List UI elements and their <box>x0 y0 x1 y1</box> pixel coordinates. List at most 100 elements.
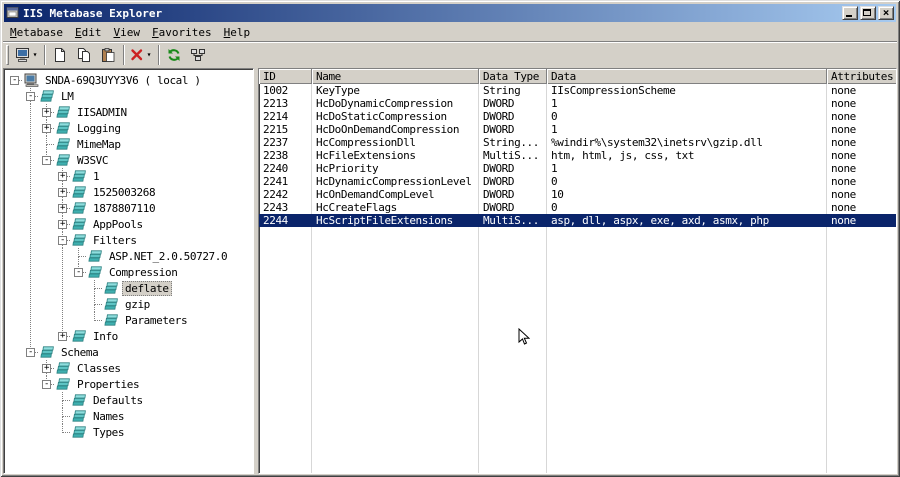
delete-button[interactable]: ▾ <box>127 44 155 66</box>
tree-expander[interactable]: - <box>39 376 55 392</box>
minimize-button[interactable] <box>842 6 858 20</box>
tree-guide <box>71 280 87 296</box>
network-button[interactable] <box>186 44 210 66</box>
table-row-2244[interactable]: 2244 HcScriptFileExtensions MultiS... asp, … <box>259 214 896 227</box>
tree-item-w3svc[interactable]: - W3SVC <box>7 152 253 168</box>
tree-item-filters[interactable]: - Filters <box>7 232 253 248</box>
cell-data-type: DWORD <box>483 123 515 136</box>
tree-expander[interactable]: - <box>23 344 39 360</box>
tree-expander[interactable]: + <box>55 168 71 184</box>
maximize-button[interactable] <box>860 6 876 20</box>
metabase-key-icon <box>56 361 72 375</box>
tree-guide <box>23 248 39 264</box>
toolbar-grip[interactable] <box>6 45 9 65</box>
tree-item-mimemap[interactable]: MimeMap <box>7 136 253 152</box>
menu-edit[interactable]: Edit <box>69 24 108 41</box>
tree-guide <box>23 424 39 440</box>
toolbar-separator <box>123 44 124 65</box>
copy-button[interactable] <box>72 44 96 66</box>
tree-guide <box>7 392 23 408</box>
tree-guide <box>23 296 39 312</box>
metabase-key-icon <box>56 121 72 135</box>
table-row-2243[interactable]: 2243 HcCreateFlags DWORD 0 none <box>259 201 896 214</box>
tree-expander[interactable]: + <box>55 216 71 232</box>
tree-expander[interactable]: + <box>39 104 55 120</box>
tree-item-iisadmin[interactable]: + IISADMIN <box>7 104 253 120</box>
tree-item-names[interactable]: Names <box>7 408 253 424</box>
menu-favorites[interactable]: Favorites <box>146 24 218 41</box>
tree-item-lm[interactable]: - LM <box>7 88 253 104</box>
tree-connector <box>87 280 103 296</box>
table-row-2237[interactable]: 2237 HcCompressionDll String... %windir%\sy… <box>259 136 896 149</box>
metabase-key-icon <box>72 233 88 247</box>
cell-data-type: String... <box>483 136 540 149</box>
tree-expander[interactable]: + <box>55 328 71 344</box>
tree-guide <box>39 312 55 328</box>
tree-expander[interactable]: + <box>39 360 55 376</box>
tree-item-logging[interactable]: + Logging <box>7 120 253 136</box>
table-row-2238[interactable]: 2238 HcFileExtensions MultiS... htm, html, … <box>259 149 896 162</box>
tree-guide <box>39 424 55 440</box>
menu-view[interactable]: View <box>107 24 146 41</box>
table-row-2241[interactable]: 2241 HcDynamicCompressionLevel DWORD 0 none <box>259 175 896 188</box>
tree-item-label: 1525003268 <box>93 185 156 199</box>
tree-item-info[interactable]: + Info <box>7 328 253 344</box>
table-row-2215[interactable]: 2215 HcDoOnDemandCompression DWORD 1 none <box>259 123 896 136</box>
tree-item-asp-net-2-0-50727-0[interactable]: ASP.NET_2.0.50727.0 <box>7 248 253 264</box>
tree-item-1525003268[interactable]: +1525003268 <box>7 184 253 200</box>
tree-item-compression[interactable]: - Compression <box>7 264 253 280</box>
cell-attributes: none <box>831 214 856 227</box>
tree-expander[interactable]: + <box>39 120 55 136</box>
tree-connector <box>39 136 55 152</box>
tree-item-1878807110[interactable]: +1878807110 <box>7 200 253 216</box>
cell-name: HcScriptFileExtensions <box>316 214 453 227</box>
tree-expander[interactable]: - <box>7 72 23 88</box>
menu-help[interactable]: Help <box>218 24 257 41</box>
tree-connector <box>55 408 71 424</box>
column-header-attributes[interactable]: Attributes <box>827 69 896 84</box>
new-key-button[interactable] <box>48 44 72 66</box>
table-row-2213[interactable]: 2213 HcDoDynamicCompression DWORD 1 none <box>259 97 896 110</box>
column-header-data[interactable]: Data <box>547 69 827 84</box>
table-row-1002[interactable]: 1002 KeyType String IIsCompressionScheme non… <box>259 84 896 97</box>
cell-name: HcPriority <box>316 162 379 175</box>
toolbar-buttons: ▾ ▾ <box>13 44 210 66</box>
connect-button[interactable]: ▾ <box>13 44 41 66</box>
menu-metabase[interactable]: Metabase <box>4 24 69 41</box>
tree-guide <box>7 168 23 184</box>
tree-item-classes[interactable]: + Classes <box>7 360 253 376</box>
close-button[interactable]: × <box>878 6 894 20</box>
tree-expander[interactable]: + <box>55 184 71 200</box>
tree-item-schema[interactable]: - Schema <box>7 344 253 360</box>
cell-attributes: none <box>831 84 856 97</box>
tree-item-snda-69q3uyy3v6-local[interactable]: - SNDA-69Q3UYY3V6 ( local ) <box>7 72 253 88</box>
refresh-button[interactable] <box>162 44 186 66</box>
column-header-id[interactable]: ID <box>259 69 312 84</box>
tree-item-gzip[interactable]: gzip <box>7 296 253 312</box>
tree-expander[interactable]: - <box>39 152 55 168</box>
titlebar[interactable]: IIS Metabase Explorer × <box>4 4 896 22</box>
tree-item-defaults[interactable]: Defaults <box>7 392 253 408</box>
tree-item-apppools[interactable]: + AppPools <box>7 216 253 232</box>
table-row-2214[interactable]: 2214 HcDoStaticCompression DWORD 0 none <box>259 110 896 123</box>
column-header-name[interactable]: Name <box>312 69 479 84</box>
tree-expander[interactable]: - <box>71 264 87 280</box>
tree-item-types[interactable]: Types <box>7 424 253 440</box>
computer-connect-icon <box>15 47 31 63</box>
tree-guide <box>7 344 23 360</box>
table-row-2240[interactable]: 2240 HcPriority DWORD 1 none <box>259 162 896 175</box>
tree-item-deflate[interactable]: deflate <box>7 280 253 296</box>
column-header-data-type[interactable]: Data Type <box>479 69 547 84</box>
computer-icon <box>24 73 40 87</box>
tree-item-parameters[interactable]: Parameters <box>7 312 253 328</box>
tree-expander[interactable]: + <box>55 200 71 216</box>
table-row-2242[interactable]: 2242 HcOnDemandCompLevel DWORD 10 none <box>259 188 896 201</box>
tree-guide <box>23 120 39 136</box>
tree-expander[interactable]: - <box>23 88 39 104</box>
tree-guide <box>23 152 39 168</box>
tree-guide <box>55 248 71 264</box>
tree-item-1[interactable]: +1 <box>7 168 253 184</box>
paste-button[interactable] <box>96 44 120 66</box>
tree-expander[interactable]: - <box>55 232 71 248</box>
tree-item-properties[interactable]: - Properties <box>7 376 253 392</box>
